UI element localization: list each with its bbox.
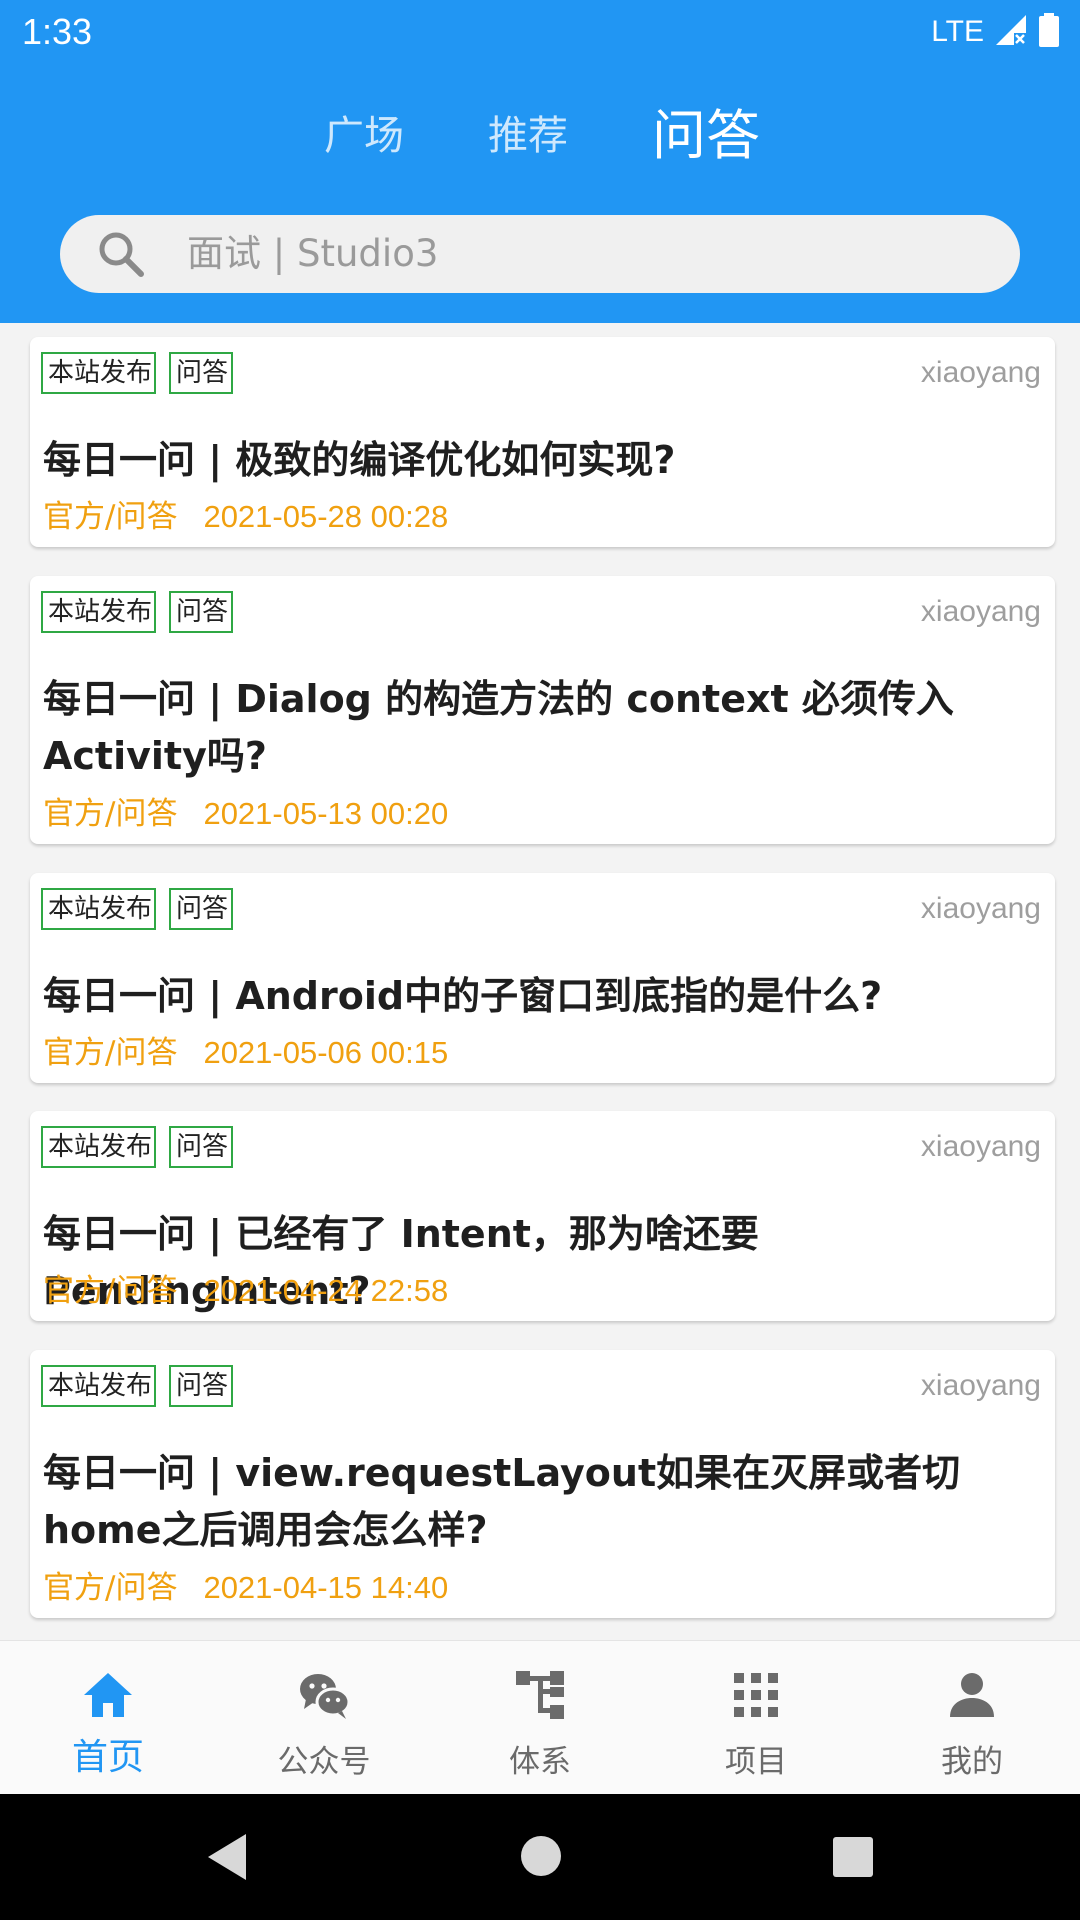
search-input[interactable]: 面试 | Studio3 [187, 215, 438, 293]
article-meta: 官方/问答 2021-04-24 22:58 [43, 1269, 448, 1313]
article-card[interactable]: 本站发布 问答 xiaoyang 每日一问 | 已经有了 Intent，那为啥还… [30, 1111, 1055, 1321]
article-card[interactable]: 本站发布 问答 xiaoyang 每日一问 | 极致的编译优化如何实现? 官方/… [30, 337, 1055, 547]
status-indicators: LTE [931, 12, 1060, 52]
article-title: 每日一问 | 极致的编译优化如何实现? [43, 438, 676, 482]
article-category[interactable]: 官方/问答 [43, 495, 177, 539]
tag-qa: 问答 [169, 352, 233, 394]
nav-wechat[interactable]: 公众号 [216, 1641, 432, 1795]
nav-label: 首页 [71, 1737, 144, 1778]
nav-system[interactable]: 体系 [432, 1641, 648, 1795]
article-card[interactable]: 本站发布 问答 xiaoyang 每日一问 | Android中的子窗口到底指的… [30, 873, 1055, 1083]
status-bar: 1:33 LTE [0, 0, 1080, 64]
nav-label: 体系 [509, 1744, 571, 1780]
tag-site-publish: 本站发布 [41, 1126, 156, 1168]
status-time: 1:33 [22, 11, 93, 52]
article-author: xiaoyang [920, 356, 1041, 389]
article-meta: 官方/问答 2021-05-06 00:15 [43, 1031, 448, 1075]
article-author: xiaoyang [920, 892, 1041, 925]
bottom-navigation: 首页 公众号 体系 项目 我的 [0, 1640, 1080, 1795]
article-date: 2021-05-13 00:20 [203, 796, 449, 831]
system-navigation-bar [0, 1794, 1080, 1920]
article-date: 2021-05-28 00:28 [203, 499, 449, 534]
nav-projects[interactable]: 项目 [648, 1641, 864, 1795]
nav-label: 公众号 [277, 1744, 371, 1780]
article-title: 每日一问 | view.requestLayout如果在灭屏或者切home之后调… [43, 1451, 961, 1552]
article-category[interactable]: 官方/问答 [43, 1269, 177, 1313]
tag-qa: 问答 [169, 1126, 233, 1168]
tag-qa: 问答 [169, 888, 233, 930]
tag-site-publish: 本站发布 [41, 1365, 156, 1407]
tab-qa[interactable]: 问答 [652, 96, 760, 176]
tab-square[interactable]: 广场 [324, 96, 404, 176]
battery-icon [1038, 13, 1060, 51]
tag-site-publish: 本站发布 [41, 352, 156, 394]
article-author: xiaoyang [920, 1130, 1041, 1163]
grid-icon [728, 1667, 784, 1723]
tab-recommend[interactable]: 推荐 [488, 96, 568, 176]
article-title: 每日一问 | Dialog 的构造方法的 context 必须传入 Activi… [43, 677, 954, 778]
article-card[interactable]: 本站发布 问答 xiaoyang 每日一问 | view.requestLayo… [30, 1350, 1055, 1618]
network-type: LTE [931, 15, 984, 48]
article-date: 2021-05-06 00:15 [203, 1035, 449, 1070]
article-category[interactable]: 官方/问答 [43, 792, 177, 836]
article-category[interactable]: 官方/问答 [43, 1031, 177, 1075]
search-icon[interactable] [96, 229, 146, 279]
nav-label: 项目 [725, 1744, 787, 1780]
nav-profile[interactable]: 我的 [864, 1641, 1080, 1795]
article-meta: 官方/问答 2021-05-13 00:20 [43, 792, 448, 836]
article-date: 2021-04-15 14:40 [203, 1570, 449, 1605]
tag-site-publish: 本站发布 [41, 591, 156, 633]
home-icon [80, 1667, 136, 1723]
article-meta: 官方/问答 2021-05-28 00:28 [43, 495, 448, 539]
nav-label: 我的 [941, 1744, 1003, 1780]
search-bar[interactable]: 面试 | Studio3 [60, 215, 1020, 293]
article-meta: 官方/问答 2021-04-15 14:40 [43, 1566, 448, 1610]
person-icon [944, 1667, 1000, 1723]
hierarchy-icon [512, 1667, 568, 1723]
tag-site-publish: 本站发布 [41, 888, 156, 930]
nav-home[interactable]: 首页 [0, 1641, 216, 1795]
article-card[interactable]: 本站发布 问答 xiaoyang 每日一问 | Dialog 的构造方法的 co… [30, 576, 1055, 844]
article-author: xiaoyang [920, 595, 1041, 628]
article-date: 2021-04-24 22:58 [203, 1273, 449, 1308]
recents-icon[interactable] [828, 1832, 878, 1886]
home-button-icon[interactable] [515, 1830, 567, 1886]
back-icon[interactable] [202, 1830, 252, 1888]
app-header: 1:33 LTE 广场 推荐 问答 面试 | Studio3 [0, 0, 1080, 323]
tag-qa: 问答 [169, 1365, 233, 1407]
article-title: 每日一问 | Android中的子窗口到底指的是什么? [43, 974, 883, 1018]
signal-icon [994, 13, 1028, 51]
tag-qa: 问答 [169, 591, 233, 633]
top-tab-bar: 广场 推荐 问答 [0, 96, 1080, 176]
article-category[interactable]: 官方/问答 [43, 1566, 177, 1610]
article-author: xiaoyang [920, 1369, 1041, 1402]
wechat-icon [296, 1667, 352, 1723]
